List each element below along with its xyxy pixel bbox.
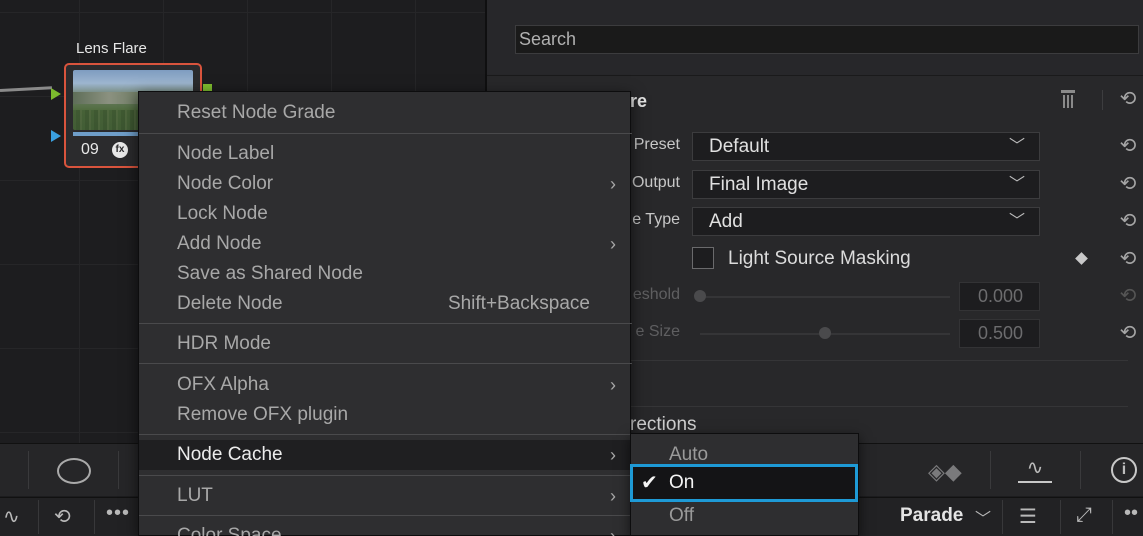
menu-item-save-as-shared-node[interactable]: Save as Shared Node <box>139 259 632 289</box>
menu-item-node-label[interactable]: Node Label <box>139 139 632 169</box>
info-icon[interactable]: i <box>1111 457 1137 483</box>
effect-title: re <box>630 91 648 111</box>
status-divider <box>38 500 39 534</box>
trash-icon[interactable] <box>1061 90 1075 108</box>
rgb-input-arrow-icon[interactable] <box>51 88 61 100</box>
chevron-down-icon: ﹀ <box>1008 213 1025 230</box>
threshold-value[interactable]: 0.000 <box>959 282 1040 311</box>
chevron-down-icon: ﹀ <box>1008 138 1025 155</box>
checkmark-icon: ✔ <box>641 472 658 494</box>
menu-separator <box>139 515 632 516</box>
history-icon[interactable]: ⟲ <box>54 504 71 529</box>
scope-settings-icon[interactable]: ☰ <box>1019 504 1037 529</box>
menu-separator <box>139 323 632 324</box>
chevron-right-icon: › <box>610 375 616 395</box>
status-divider <box>1060 500 1061 534</box>
menu-separator <box>139 133 632 134</box>
reset-all-icon[interactable]: ⟲ <box>1117 88 1139 110</box>
menu-item-lut[interactable]: LUT › <box>139 481 632 511</box>
menu-item-node-cache[interactable]: Node Cache › <box>139 440 632 470</box>
menu-item-node-color[interactable]: Node Color › <box>139 169 632 199</box>
status-divider <box>1002 500 1003 534</box>
menu-item-color-space[interactable]: Color Space › <box>139 521 632 536</box>
toolbar-divider <box>990 451 991 489</box>
menu-separator <box>139 363 632 364</box>
submenu-item-on[interactable]: ✔ On <box>630 464 858 502</box>
alpha-input-arrow-icon[interactable] <box>51 130 61 142</box>
fx-badge-icon: fx <box>112 142 128 158</box>
reset-size-icon[interactable]: ⟲ <box>1117 322 1139 344</box>
chevron-right-icon: › <box>610 234 616 254</box>
node-number: 09 <box>81 141 99 158</box>
reset-preset-icon[interactable]: ⟲ <box>1117 135 1139 157</box>
chevron-right-icon: › <box>610 486 616 506</box>
waveform-icon[interactable]: ∿ <box>3 504 20 529</box>
ellipse-window-icon[interactable] <box>57 458 91 484</box>
node-title: Lens Flare <box>76 40 147 57</box>
menu-item-hdr-mode[interactable]: HDR Mode <box>139 329 632 359</box>
output-value: Final Image <box>709 174 809 195</box>
status-divider <box>1112 500 1113 534</box>
status-divider <box>94 500 95 534</box>
reset-threshold-icon[interactable]: ⟲ <box>1117 285 1139 307</box>
section-divider <box>630 360 1128 361</box>
preset-value: Default <box>709 136 770 157</box>
menu-item-remove-ofx-plugin[interactable]: Remove OFX plugin <box>139 400 632 430</box>
reset-type-icon[interactable]: ⟲ <box>1117 210 1139 232</box>
node-context-menu: Reset Node Grade Node Label Node Color › … <box>138 91 632 536</box>
menu-separator <box>139 434 632 435</box>
chevron-right-icon: › <box>610 526 616 536</box>
submenu-item-off[interactable]: Off <box>631 501 860 531</box>
size-value[interactable]: 0.500 <box>959 319 1040 348</box>
scopes-icon[interactable]: ∿ <box>1018 455 1052 483</box>
size-slider-knob[interactable] <box>819 327 831 339</box>
chevron-right-icon: › <box>610 445 616 465</box>
menu-item-add-node[interactable]: Add Node › <box>139 229 632 259</box>
chevron-down-icon: ﹀ <box>1008 176 1025 193</box>
light-source-masking-label: Light Source Masking <box>728 248 911 269</box>
keyframes-icon[interactable]: ◈◆ <box>928 459 962 485</box>
type-value: Add <box>709 211 743 232</box>
threshold-slider-track[interactable] <box>700 296 950 298</box>
menu-item-ofx-alpha[interactable]: OFX Alpha › <box>139 370 632 400</box>
delete-shortcut: Shift+Backspace <box>447 293 590 314</box>
expand-icon[interactable]: ⤢ <box>1076 504 1092 527</box>
more-options-icon[interactable]: •• <box>1124 502 1138 525</box>
reset-masking-icon[interactable]: ⟲ <box>1117 248 1139 270</box>
chevron-right-icon: › <box>610 174 616 194</box>
toolbar-divider <box>1080 451 1081 489</box>
section-divider <box>630 406 1128 407</box>
scope-mode-label[interactable]: Parade <box>900 505 963 527</box>
header-divider <box>1102 90 1103 110</box>
menu-item-reset-node-grade[interactable]: Reset Node Grade <box>139 98 632 128</box>
toolbar-divider <box>118 451 119 489</box>
threshold-slider-knob[interactable] <box>694 290 706 302</box>
reset-output-icon[interactable]: ⟲ <box>1117 173 1139 195</box>
toolbar-divider <box>28 451 29 489</box>
type-dropdown[interactable]: Add ﹀ <box>692 207 1040 236</box>
chevron-down-icon[interactable]: ﹀ <box>975 505 991 529</box>
menu-item-delete-node[interactable]: Delete Node Shift+Backspace <box>139 289 632 319</box>
more-options-icon[interactable]: ••• <box>106 502 130 525</box>
menu-item-lock-node[interactable]: Lock Node <box>139 199 632 229</box>
output-dropdown[interactable]: Final Image ﹀ <box>692 170 1040 199</box>
preset-dropdown[interactable]: Default ﹀ <box>692 132 1040 161</box>
light-source-masking-checkbox[interactable] <box>692 247 714 269</box>
search-input[interactable] <box>515 25 1139 54</box>
menu-separator <box>139 475 632 476</box>
